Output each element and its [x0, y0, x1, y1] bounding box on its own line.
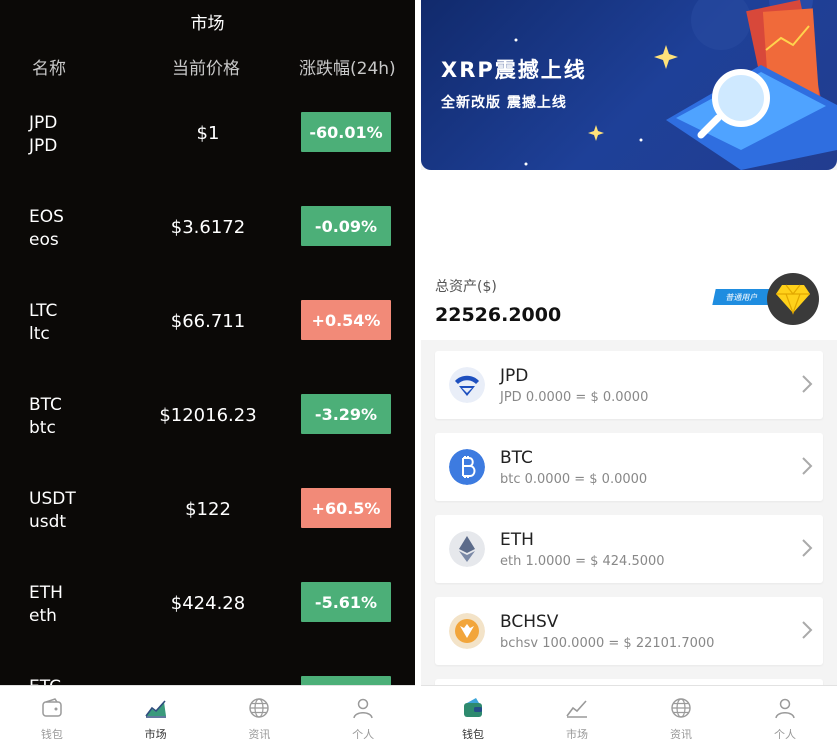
asset-balance: eth 1.0000 = $ 424.5000	[500, 554, 665, 569]
user-icon	[775, 698, 795, 719]
column-header-change: 涨跌幅(24h)	[299, 59, 396, 79]
tab-label: 个人	[774, 728, 796, 739]
tab-label: 资讯	[670, 728, 692, 739]
asset-card[interactable]: BTC btc 0.0000 = $ 0.0000	[435, 433, 823, 501]
chevron-right-icon	[802, 621, 813, 639]
coin-price: $66.711	[170, 311, 246, 332]
column-header-name: 名称	[32, 59, 66, 79]
market-panel: 市场 名称 当前价格 涨跌幅(24h) JPD JPD $1 -60.01% EO…	[0, 0, 415, 739]
market-row[interactable]: JPD JPD $1 -60.01%	[0, 112, 415, 206]
bchsv-coin-icon	[449, 613, 485, 649]
market-row[interactable]: EOS eos $3.6172 -0.09%	[0, 206, 415, 300]
btc-coin-icon	[449, 449, 485, 485]
asset-name: BTC	[500, 448, 533, 468]
tab-wallet[interactable]: 钱包	[0, 686, 104, 739]
user-icon	[353, 698, 373, 719]
diamond-icon	[776, 284, 810, 315]
tab-profile[interactable]: 个人	[311, 686, 415, 739]
asset-name: BCHSV	[500, 612, 559, 632]
coin-symbol: LTC ltc	[29, 301, 58, 344]
banner-illustration	[514, 0, 837, 170]
eth-coin-icon	[449, 531, 485, 567]
tab-wallet[interactable]: 钱包	[421, 686, 525, 739]
tab-news[interactable]: 资讯	[208, 686, 312, 739]
coin-price: $1	[196, 123, 220, 144]
coin-symbol: JPD JPD	[29, 113, 58, 156]
total-assets-value: 22526.2000	[435, 304, 562, 326]
globe-icon	[249, 698, 270, 718]
page-title: 市场	[190, 14, 225, 34]
asset-name: JPD	[500, 366, 529, 386]
market-row[interactable]: USDT usdt $122 +60.5%	[0, 488, 415, 582]
banner-subline: 全新改版 震撼上线	[441, 95, 567, 111]
market-chart-icon	[144, 700, 166, 718]
globe-icon	[671, 698, 691, 718]
change-badge: -60.01%	[301, 112, 391, 152]
change-badge: +60.5%	[301, 488, 391, 528]
wallet-icon	[464, 698, 482, 717]
tab-market[interactable]: 市场	[525, 686, 629, 739]
coin-price: $12016.23	[159, 405, 257, 426]
change-badge: +0.54%	[301, 300, 391, 340]
tab-market[interactable]: 市场	[104, 686, 208, 739]
chevron-right-icon	[802, 375, 813, 393]
tab-label: 市场	[566, 728, 588, 739]
coin-price: $122	[185, 499, 231, 520]
tab-label: 钱包	[40, 728, 63, 739]
market-row[interactable]: ETH eth $424.28 -5.61%	[0, 582, 415, 676]
coin-symbol: USDT usdt	[29, 489, 76, 532]
bottom-tab-bar: 钱包 市场 资讯 个人	[0, 685, 415, 739]
coin-symbol: BTC btc	[29, 395, 62, 438]
market-row[interactable]: BTC btc $12016.23 -3.29%	[0, 394, 415, 488]
total-assets-label: 总资产($)	[435, 279, 497, 295]
tab-profile[interactable]: 个人	[733, 686, 837, 739]
vip-level-tag: 普通用户	[712, 289, 772, 305]
chevron-right-icon	[802, 539, 813, 557]
change-badge: -3.29%	[301, 394, 391, 434]
change-badge: -0.09%	[301, 206, 391, 246]
tab-label: 钱包	[462, 728, 484, 739]
wallet-panel: XRP震撼上线 全新改版 震撼上线 总资产($) 22526.2000 普通用户…	[421, 0, 837, 739]
change-badge: -5.61%	[301, 582, 391, 622]
coin-price: $3.6172	[170, 217, 246, 238]
asset-balance: JPD 0.0000 = $ 0.0000	[500, 390, 649, 405]
promo-banner[interactable]: XRP震撼上线 全新改版 震撼上线	[421, 0, 837, 170]
asset-card[interactable]: JPD JPD 0.0000 = $ 0.0000	[435, 351, 823, 419]
asset-card[interactable]: ETH eth 1.0000 = $ 424.5000	[435, 515, 823, 583]
wallet-icon	[42, 698, 62, 717]
asset-card[interactable]: BCHSV bchsv 100.0000 = $ 22101.7000	[435, 597, 823, 665]
tab-label: 市场	[144, 728, 167, 739]
asset-name: ETH	[500, 530, 534, 550]
jpd-coin-icon	[449, 367, 485, 403]
coin-symbol: ETH eth	[29, 583, 63, 626]
tab-news[interactable]: 资讯	[629, 686, 733, 739]
chevron-right-icon	[802, 457, 813, 475]
coin-price: $424.28	[170, 593, 246, 614]
screen: 市场 名称 当前价格 涨跌幅(24h) JPD JPD $1 -60.01% EO…	[0, 0, 837, 739]
bottom-tab-bar: 钱包 市场 资讯 个人	[421, 685, 837, 739]
market-row[interactable]: LTC ltc $66.711 +0.54%	[0, 300, 415, 394]
asset-balance: bchsv 100.0000 = $ 22101.7000	[500, 636, 715, 651]
column-header-price: 当前价格	[172, 59, 240, 79]
coin-symbol: EOS eos	[29, 207, 64, 250]
tab-label: 资讯	[248, 728, 271, 739]
vip-badge[interactable]	[767, 273, 819, 325]
asset-balance: btc 0.0000 = $ 0.0000	[500, 472, 648, 487]
tab-label: 个人	[352, 728, 375, 739]
market-chart-icon	[566, 700, 587, 718]
banner-headline: XRP震撼上线	[441, 58, 587, 82]
